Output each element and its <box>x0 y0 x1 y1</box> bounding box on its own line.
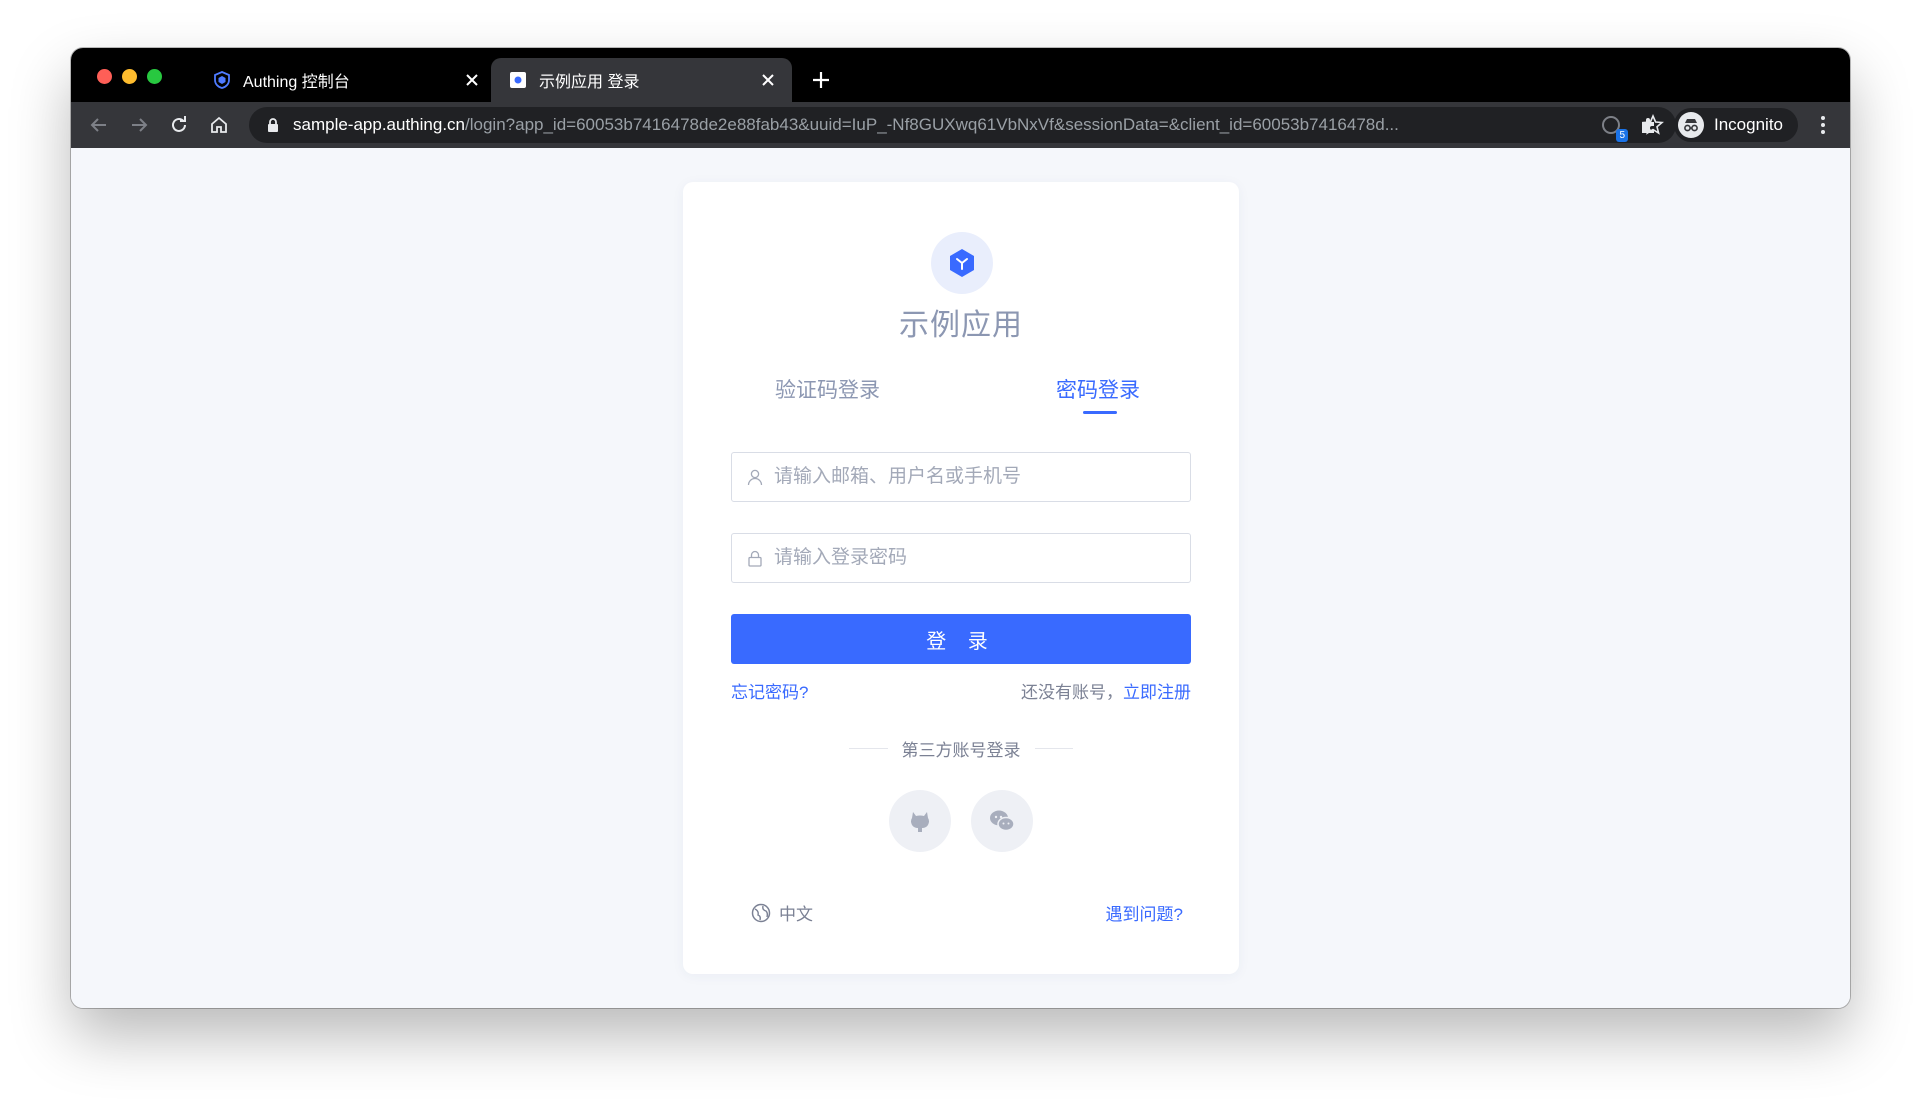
browser-toolbar: sample-app.authing.cn/login?app_id=60053… <box>71 102 1850 148</box>
forward-arrow-icon[interactable] <box>125 111 153 139</box>
forgot-password-link[interactable]: 忘记密码? <box>731 678 808 703</box>
close-icon[interactable] <box>462 70 482 90</box>
url-host: sample-app.authing.cn <box>293 115 466 134</box>
active-tab-indicator <box>1083 411 1117 414</box>
extension-count-badge: 5 <box>1616 129 1628 142</box>
language-label: 中文 <box>779 905 813 924</box>
tab-authing-console[interactable]: Authing 控制台 <box>195 58 496 102</box>
login-button[interactable]: 登 录 <box>731 614 1191 664</box>
address-bar[interactable]: sample-app.authing.cn/login?app_id=60053… <box>249 107 1676 143</box>
language-selector[interactable]: 中文 <box>751 900 813 925</box>
github-icon <box>911 812 929 832</box>
extension-badge-icon[interactable]: 5 <box>1599 113 1628 142</box>
wechat-login-button[interactable] <box>971 790 1033 852</box>
login-card: 示例应用 验证码登录 密码登录 登 录 忘记密码? 还没有账号，立即注册 <box>683 182 1239 974</box>
tab-bar: Authing 控制台 示例应用 登录 <box>71 48 1850 102</box>
help-link[interactable]: 遇到问题? <box>1106 900 1183 925</box>
password-input[interactable] <box>772 546 1176 570</box>
register-link[interactable]: 立即注册 <box>1123 683 1191 702</box>
home-icon[interactable] <box>205 111 233 139</box>
reload-icon[interactable] <box>165 111 193 139</box>
tab-verification-code-login[interactable]: 验证码登录 <box>775 374 880 404</box>
lock-icon <box>268 118 278 132</box>
cube-icon <box>950 249 974 277</box>
tab-title: Authing 控制台 <box>243 74 350 91</box>
puzzle-icon[interactable] <box>1637 113 1661 137</box>
page-content: 示例应用 验证码登录 密码登录 登 录 忘记密码? 还没有账号，立即注册 <box>71 148 1850 1008</box>
github-login-button[interactable] <box>889 790 951 852</box>
divider-line <box>849 747 888 749</box>
shield-icon <box>213 71 231 89</box>
third-party-label: 第三方账号登录 <box>901 740 1021 760</box>
username-input[interactable] <box>772 465 1176 489</box>
app-favicon-icon <box>509 71 527 89</box>
url-path: /login?app_id=60053b7416478de2e88fab43&u… <box>465 115 1399 134</box>
url-text: sample-app.authing.cn/login?app_id=60053… <box>293 115 1632 135</box>
browser-window: Authing 控制台 示例应用 登录 sample-app.authing.c… <box>71 48 1850 1008</box>
globe-icon <box>751 903 771 922</box>
wechat-icon <box>990 810 1015 832</box>
register-prompt: 还没有账号，立即注册 <box>1021 678 1191 703</box>
no-account-text: 还没有账号， <box>1021 683 1123 702</box>
close-window-button[interactable] <box>97 69 112 84</box>
new-tab-button[interactable] <box>808 67 834 93</box>
tab-password-login[interactable]: 密码登录 <box>1056 374 1140 404</box>
profile-label: Incognito <box>1714 115 1783 134</box>
close-icon[interactable] <box>758 70 778 90</box>
divider-line <box>1034 747 1073 749</box>
incognito-profile-button[interactable]: Incognito <box>1674 108 1798 142</box>
password-field[interactable] <box>731 533 1191 583</box>
lock-icon <box>746 549 764 567</box>
app-logo <box>931 232 993 294</box>
user-icon <box>746 468 764 486</box>
app-name: 示例应用 <box>899 309 1023 342</box>
tab-title: 示例应用 登录 <box>539 74 640 91</box>
back-arrow-icon[interactable] <box>85 111 113 139</box>
third-party-divider: 第三方账号登录 <box>849 737 1073 760</box>
more-menu-icon[interactable] <box>1811 113 1835 137</box>
tab-sample-app-login[interactable]: 示例应用 登录 <box>491 58 792 102</box>
username-field[interactable] <box>731 452 1191 502</box>
maximize-window-button[interactable] <box>147 69 162 84</box>
minimize-window-button[interactable] <box>122 69 137 84</box>
incognito-icon <box>1678 112 1704 138</box>
